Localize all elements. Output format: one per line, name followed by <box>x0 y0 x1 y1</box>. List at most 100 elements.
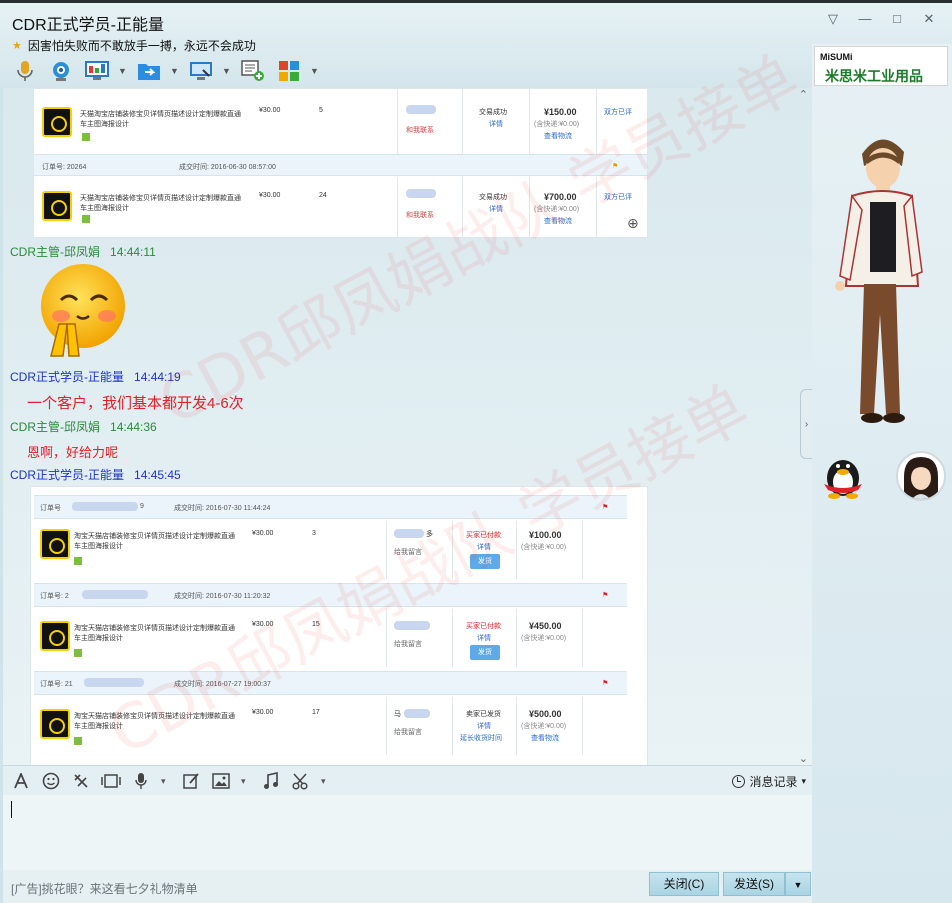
zoom-in-icon[interactable]: ⊕ <box>627 215 639 232</box>
qq-penguin-icon[interactable] <box>818 454 868 500</box>
emoji-icon[interactable] <box>41 771 61 791</box>
order-header: 订单号: 20264 成交时间: 2016-06-30 08:57:00 ⚑ <box>34 154 647 176</box>
blushing-emoji[interactable] <box>33 264 129 360</box>
sender-name[interactable]: CDR主管-邱凤娟 <box>10 245 100 259</box>
detail-link[interactable]: 详情 <box>489 204 503 214</box>
sender-name[interactable]: CDR正式学员-正能量 <box>10 468 124 482</box>
badge-icon <box>74 737 82 745</box>
maximize-button[interactable]: □ <box>890 11 904 27</box>
chevron-down-icon[interactable]: ▼ <box>310 66 320 76</box>
product-title: 淘宝天猫店铺装修宝贝详情页描述设计定制爆款直通 <box>74 533 235 540</box>
order-status: 交易成功 <box>479 194 507 201</box>
ship-button[interactable]: 发货 <box>470 554 500 569</box>
chevron-down-icon[interactable]: ▼ <box>222 66 232 76</box>
order-number: 订单号 <box>40 505 61 512</box>
message-time: 14:44:11 <box>110 245 156 259</box>
message-seller-link[interactable]: 给我留言 <box>394 727 422 737</box>
file-transfer-icon[interactable] <box>134 57 164 85</box>
product-thumbnail <box>42 191 72 221</box>
order-number: 订单号: 21 <box>40 681 73 688</box>
scroll-down-icon[interactable]: ⌄ <box>799 752 808 765</box>
flag-icon[interactable]: ⚑ <box>612 162 618 170</box>
gif-icon[interactable] <box>101 771 121 791</box>
review-status: 双方已评 <box>604 109 632 116</box>
sender-name[interactable]: CDR正式学员-正能量 <box>10 370 124 384</box>
shake-icon[interactable] <box>71 771 91 791</box>
chat-history[interactable]: ⌃ 天猫淘宝店铺装修宝贝详情页描述设计定制爆款直通 车主图海报设计 ¥30.00… <box>3 88 812 765</box>
new-discussion-icon[interactable] <box>238 57 268 85</box>
quantity: 17 <box>312 709 320 716</box>
order-total: ¥700.00 <box>544 192 577 202</box>
screenshot-scissors-icon[interactable] <box>291 771 311 791</box>
ad-link[interactable]: [广告]挑花眼？来这看七夕礼物清单 <box>11 880 198 897</box>
toolbar: ▼ ▼ ▼ ▼ <box>10 57 320 85</box>
unit-price: ¥30.00 <box>252 621 274 628</box>
shipping-note: (含快递:¥0.00) <box>521 635 567 642</box>
chevron-down-icon[interactable]: ▾ <box>241 776 251 787</box>
flag-icon[interactable]: ⚑ <box>602 591 608 599</box>
signature-text: 因害怕失败而不敢放手一搏，永远不会成功 <box>27 39 256 53</box>
buyer-name-suffix: 多 <box>426 531 433 538</box>
contact-link[interactable]: 和我联系 <box>406 210 434 220</box>
chevron-down-icon[interactable]: ▼ <box>170 66 180 76</box>
message-history-button[interactable]: 消息记录 ▾ <box>732 773 806 790</box>
logistics-link[interactable]: 查看物流 <box>544 131 572 141</box>
order-screenshot-2[interactable]: 订单号 9 成交时间: 2016-07-30 11:44:24 ⚑ 淘宝天猫店铺… <box>30 486 648 765</box>
handwriting-icon[interactable] <box>181 771 201 791</box>
order-row: 天猫淘宝店铺装修宝贝详情页描述设计定制爆款直通 车主图海报设计 ¥30.00 2… <box>34 177 647 237</box>
remote-desktop-icon[interactable] <box>186 57 216 85</box>
logistics-link[interactable]: 查看物流 <box>544 216 572 226</box>
extend-receipt-link[interactable]: 延长收货时间 <box>460 733 502 743</box>
music-icon[interactable] <box>261 771 281 791</box>
chevron-down-icon[interactable]: ▾ <box>161 776 171 787</box>
screen-share-icon[interactable] <box>82 57 112 85</box>
unit-price: ¥30.00 <box>252 530 274 537</box>
sender-line: CDR正式学员-正能量 14:45:45 <box>10 466 181 483</box>
video-camera-icon[interactable] <box>46 57 76 85</box>
message-time: 14:45:45 <box>134 468 181 482</box>
flag-icon[interactable]: ⚑ <box>602 679 608 687</box>
message-seller-link[interactable]: 给我留言 <box>394 639 422 649</box>
logistics-link[interactable]: 查看物流 <box>531 733 559 743</box>
detail-link[interactable]: 详情 <box>477 721 491 731</box>
order-number-suffix: 9 <box>140 503 144 510</box>
character-show-figure[interactable] <box>826 124 936 434</box>
message-seller-link[interactable]: 给我留言 <box>394 547 422 557</box>
collapse-pane-button[interactable]: › <box>800 389 812 459</box>
detail-link[interactable]: 详情 <box>477 633 491 643</box>
detail-link[interactable]: 详情 <box>489 119 503 129</box>
product-thumbnail <box>40 621 70 651</box>
chevron-right-icon: › <box>804 418 809 430</box>
order-header: 订单号 9 成交时间: 2016-07-30 11:44:24 ⚑ <box>34 495 627 519</box>
flag-icon[interactable]: ⚑ <box>602 503 608 511</box>
close-window-button[interactable]: ✕ <box>922 11 936 27</box>
contact-link[interactable]: 和我联系 <box>406 125 434 135</box>
contact-avatar[interactable] <box>896 451 946 501</box>
close-button[interactable]: 关闭(C) <box>649 872 719 896</box>
order-screenshot-1[interactable]: 天猫淘宝店铺装修宝贝详情页描述设计定制爆款直通 车主图海报设计 ¥30.00 5… <box>33 88 648 238</box>
sender-name[interactable]: CDR主管-邱凤娟 <box>10 420 100 434</box>
deal-time: 成交时间: 2016-07-27 19:00:37 <box>174 681 271 688</box>
apps-grid-icon[interactable] <box>274 57 304 85</box>
send-button[interactable]: 发送(S) <box>723 872 785 896</box>
message-input[interactable] <box>3 795 812 870</box>
send-options-button[interactable]: ▼ <box>785 872 811 896</box>
product-title-cont: 车主图海报设计 <box>74 723 123 730</box>
order-number: 订单号: 20264 <box>42 164 87 171</box>
image-icon[interactable] <box>211 771 231 791</box>
chevron-down-icon[interactable]: ▾ <box>321 776 331 787</box>
sender-line: CDR主管-邱凤娟 14:44:36 <box>10 418 157 435</box>
ship-button[interactable]: 发货 <box>470 645 500 660</box>
ad-banner[interactable]: MiSUMi 米思米工业用品 <box>814 46 948 86</box>
microphone-icon[interactable] <box>10 57 40 85</box>
voice-message-icon[interactable] <box>131 771 151 791</box>
message-text: 恩啊，好给力呢 <box>27 445 119 460</box>
chevron-down-icon[interactable]: ▼ <box>118 66 128 76</box>
collapse-icon[interactable]: ▽ <box>826 11 840 27</box>
font-icon[interactable] <box>11 771 31 791</box>
shipping-note: (含快递:¥0.00) <box>521 544 567 551</box>
minimize-button[interactable]: — <box>858 11 872 27</box>
scroll-up-icon[interactable]: ⌃ <box>799 88 808 101</box>
detail-link[interactable]: 详情 <box>477 542 491 552</box>
order-total: ¥450.00 <box>529 621 562 631</box>
